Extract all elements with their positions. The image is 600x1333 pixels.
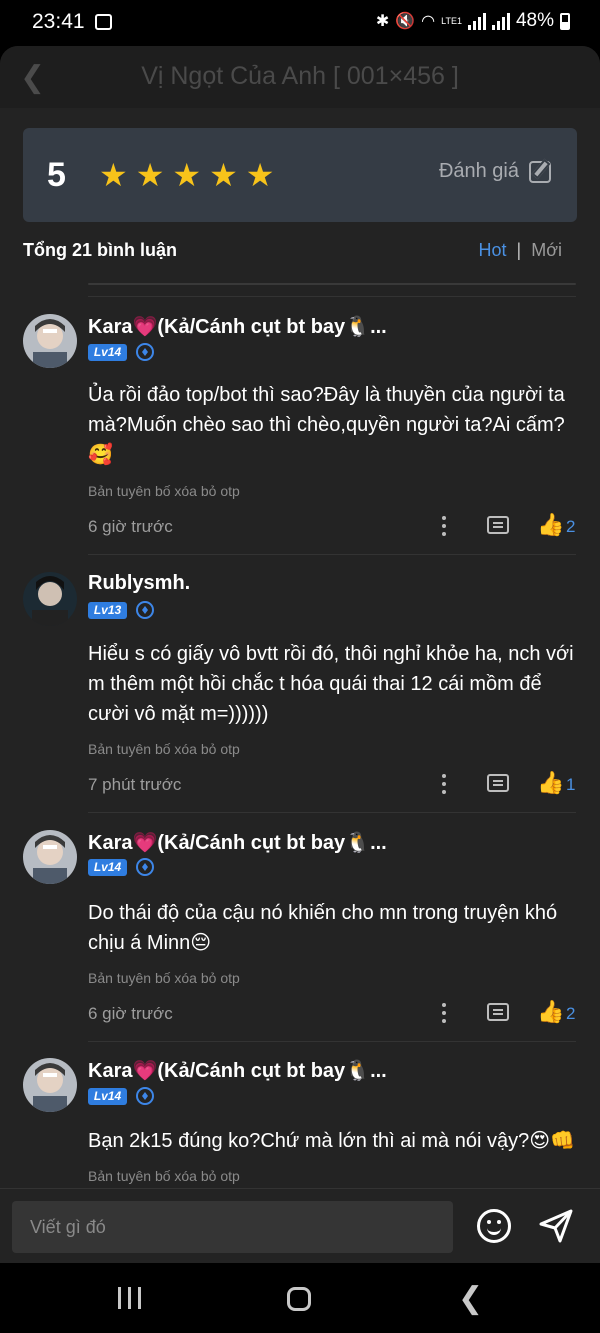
composer-bar bbox=[0, 1188, 600, 1263]
page-title: Vị Ngọt Của Anh [ 001×456 ] bbox=[141, 62, 459, 90]
rating-box: 5 ★ ★ ★ ★ ★ Đánh giá bbox=[23, 128, 577, 222]
username[interactable]: Kara💗(Kả/Cánh cụt bt bay🐧... bbox=[88, 830, 387, 855]
divider bbox=[88, 283, 576, 285]
reply-icon[interactable] bbox=[487, 516, 509, 534]
status-time: 23:41 bbox=[32, 10, 85, 33]
diamond-badge-icon bbox=[136, 1087, 154, 1105]
comment-time: 7 phút trước bbox=[88, 775, 182, 794]
signal-icon-2 bbox=[491, 12, 510, 30]
divider bbox=[88, 812, 576, 813]
like-count: 2 bbox=[566, 1004, 576, 1023]
avatar-image bbox=[23, 830, 77, 884]
wifi-icon: ◠ bbox=[421, 13, 436, 30]
edit-icon bbox=[529, 160, 551, 183]
divider bbox=[88, 554, 576, 555]
more-options-icon[interactable] bbox=[441, 774, 447, 796]
comment-text: Do thái độ của cậu nó khiến cho mn trong… bbox=[88, 902, 558, 954]
network-type: LTE1 bbox=[441, 15, 462, 26]
divider bbox=[88, 296, 576, 297]
system-nav-bar: ❮ bbox=[0, 1263, 600, 1333]
comment-input-box[interactable] bbox=[12, 1201, 453, 1253]
level-badge: Lv14 bbox=[88, 344, 127, 361]
status-bar: 23:41 ✱ 🔇 ◠ LTE1 48% bbox=[0, 0, 600, 46]
like-count: 1 bbox=[566, 775, 576, 794]
comment-time: 6 giờ trước bbox=[88, 1004, 173, 1023]
star-icon: ★ bbox=[99, 157, 128, 193]
like-icon[interactable]: 👍 bbox=[537, 512, 564, 538]
rating-score: 5 bbox=[47, 156, 66, 194]
gallery-notification-icon bbox=[95, 14, 112, 30]
star-icon: ★ bbox=[135, 157, 165, 193]
avatar-image bbox=[23, 572, 77, 626]
rate-label: Đánh giá bbox=[438, 160, 519, 182]
battery-icon bbox=[560, 12, 570, 30]
comment-signature: Bản tuyên bố xóa bỏ otp bbox=[88, 970, 240, 986]
battery-percent: 48% bbox=[515, 10, 554, 31]
comment-text: Ủa rồi đảo top/bot thì sao?Đây là thuyền… bbox=[88, 384, 565, 466]
bluetooth-icon: ✱ bbox=[375, 13, 390, 30]
title-bar: ❮ Vị Ngọt Của Anh [ 001×456 ] bbox=[0, 46, 600, 108]
emoji-icon[interactable] bbox=[477, 1209, 511, 1243]
divider bbox=[88, 1041, 576, 1042]
level-badge: Lv14 bbox=[88, 1088, 127, 1105]
signal-icon bbox=[467, 12, 486, 30]
avatar[interactable] bbox=[23, 1058, 77, 1112]
send-icon[interactable] bbox=[538, 1208, 574, 1244]
like-icon[interactable]: 👍 bbox=[537, 770, 564, 796]
level-badge: Lv14 bbox=[88, 859, 127, 876]
avatar-image bbox=[23, 1058, 77, 1112]
diamond-badge-icon bbox=[136, 601, 154, 619]
diamond-badge-icon bbox=[136, 858, 154, 876]
reply-icon[interactable] bbox=[487, 774, 509, 792]
more-options-icon[interactable] bbox=[441, 516, 447, 538]
comments-sheet: ❮ Vị Ngọt Của Anh [ 001×456 ] 5 ★ ★ ★ ★ … bbox=[0, 46, 600, 1263]
star-icon: ★ bbox=[245, 157, 275, 193]
comment-signature: Bản tuyên bố xóa bỏ otp bbox=[88, 1168, 240, 1184]
comment-count: Tổng 21 bình luận bbox=[23, 240, 177, 260]
status-icons: ✱ 🔇 ◠ LTE1 48% bbox=[376, 10, 570, 32]
recent-apps-icon[interactable] bbox=[118, 1287, 141, 1309]
like-icon[interactable]: 👍 bbox=[537, 999, 564, 1025]
username[interactable]: Kara💗(Kả/Cánh cụt bt bay🐧... bbox=[88, 1058, 387, 1083]
username[interactable]: Kara💗(Kả/Cánh cụt bt bay🐧... bbox=[88, 314, 387, 339]
sort-tabs: Hot | Mới bbox=[479, 240, 563, 261]
home-icon[interactable] bbox=[287, 1287, 311, 1311]
tab-hot[interactable]: Hot bbox=[479, 240, 507, 261]
comments-header: Tổng 21 bình luận Hot | Mới bbox=[23, 240, 577, 266]
back-icon[interactable]: ❮ bbox=[458, 1281, 483, 1316]
avatar[interactable] bbox=[23, 314, 77, 368]
comment-time: 6 giờ trước bbox=[88, 517, 173, 536]
tab-new[interactable]: Mới bbox=[531, 240, 562, 261]
comment-text: Bạn 2k15 đúng ko?Chứ mà lớn thì ai mà nó… bbox=[88, 1130, 575, 1152]
username[interactable]: Rublysmh. bbox=[88, 572, 190, 595]
rate-button[interactable]: Đánh giá bbox=[439, 160, 551, 183]
comment-signature: Bản tuyên bố xóa bỏ otp bbox=[88, 483, 240, 499]
star-icon: ★ bbox=[209, 157, 238, 193]
rating-stars: ★ ★ ★ ★ ★ bbox=[99, 158, 274, 192]
reply-icon[interactable] bbox=[487, 1003, 509, 1021]
more-options-icon[interactable] bbox=[441, 1003, 447, 1025]
like-count: 2 bbox=[566, 517, 576, 536]
avatar[interactable] bbox=[23, 830, 77, 884]
diamond-badge-icon bbox=[136, 343, 154, 361]
mute-icon: 🔇 bbox=[395, 13, 416, 30]
level-badge: Lv13 bbox=[88, 602, 127, 619]
star-icon: ★ bbox=[172, 157, 202, 193]
comment-input[interactable] bbox=[12, 1201, 453, 1253]
comment-text: Hiểu s có giấy vô bvtt rồi đó, thôi nghỉ… bbox=[88, 643, 574, 725]
comment-signature: Bản tuyên bố xóa bỏ otp bbox=[88, 741, 240, 757]
tab-separator: | bbox=[516, 240, 522, 260]
avatar-image bbox=[23, 314, 77, 368]
avatar[interactable] bbox=[23, 572, 77, 626]
